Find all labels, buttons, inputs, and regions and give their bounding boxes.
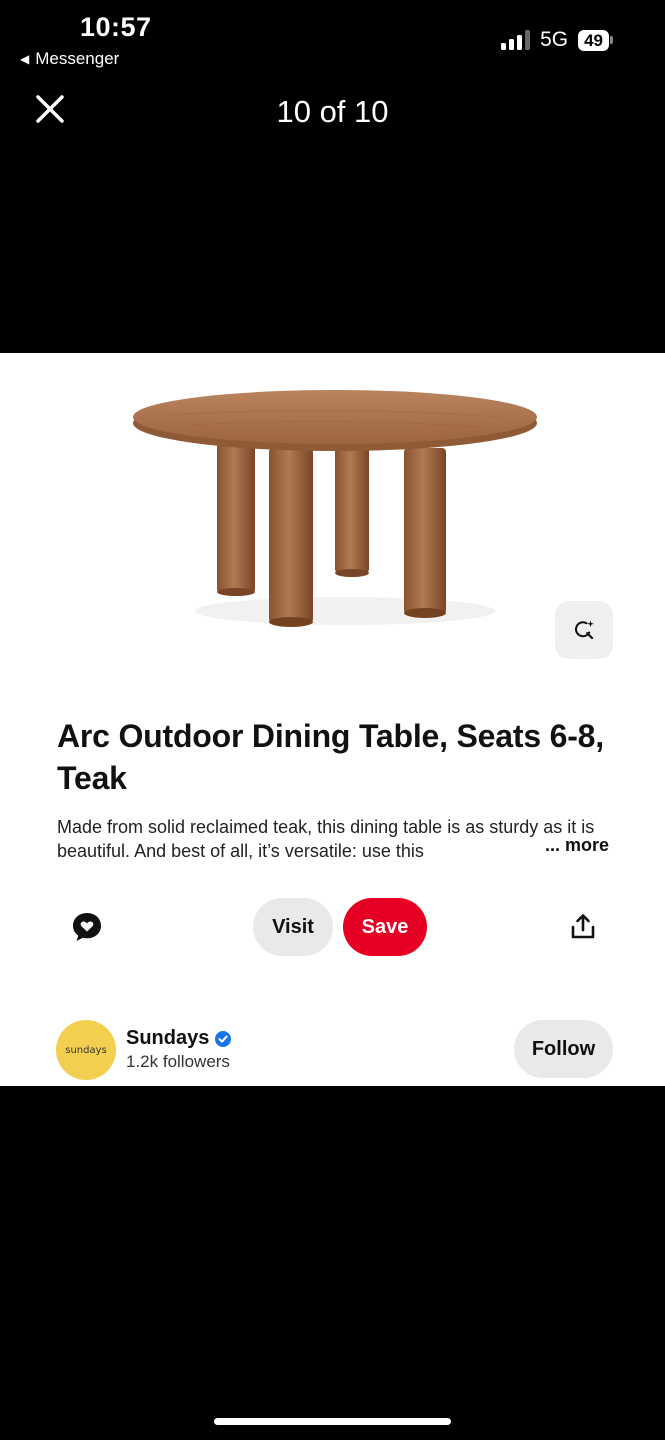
network-type: 5G xyxy=(540,28,569,51)
creator-avatar-text: sundays xyxy=(65,1044,107,1056)
description-fade xyxy=(440,839,540,863)
follow-button[interactable]: Follow xyxy=(514,1020,613,1078)
verified-badge-icon xyxy=(215,1030,232,1047)
save-button[interactable]: Save xyxy=(343,898,427,956)
battery-icon: 49 xyxy=(578,29,613,51)
pin-title: Arc Outdoor Dining Table, Seats 6-8, Tea… xyxy=(57,718,604,796)
back-app-label: Messenger xyxy=(35,49,120,68)
battery-level: 49 xyxy=(578,29,609,51)
more-link[interactable]: ... more xyxy=(543,835,610,856)
share-icon[interactable] xyxy=(569,913,597,941)
back-to-app-link[interactable]: ◀ Messenger xyxy=(20,49,119,69)
visit-button[interactable]: Visit xyxy=(253,898,333,956)
signal-icon xyxy=(501,30,531,50)
creator-name: Sundays xyxy=(126,1027,210,1049)
creator-avatar[interactable]: sundays xyxy=(56,1020,116,1080)
pin-card: Arc Outdoor Dining Table, Seats 6-8, Tea… xyxy=(0,353,665,1086)
follower-count: 1.2k followers xyxy=(126,1052,230,1071)
back-triangle-icon: ◀ xyxy=(20,52,30,66)
status-indicators: 5G 49 xyxy=(501,28,613,52)
status-time: 10:57 xyxy=(80,12,152,42)
comment-icon[interactable] xyxy=(70,910,104,944)
image-counter: 10 of 10 xyxy=(276,94,389,129)
creator-name-row[interactable]: Sundays xyxy=(126,1027,232,1050)
visual-search-icon[interactable] xyxy=(555,601,613,659)
home-indicator[interactable] xyxy=(214,1418,451,1425)
